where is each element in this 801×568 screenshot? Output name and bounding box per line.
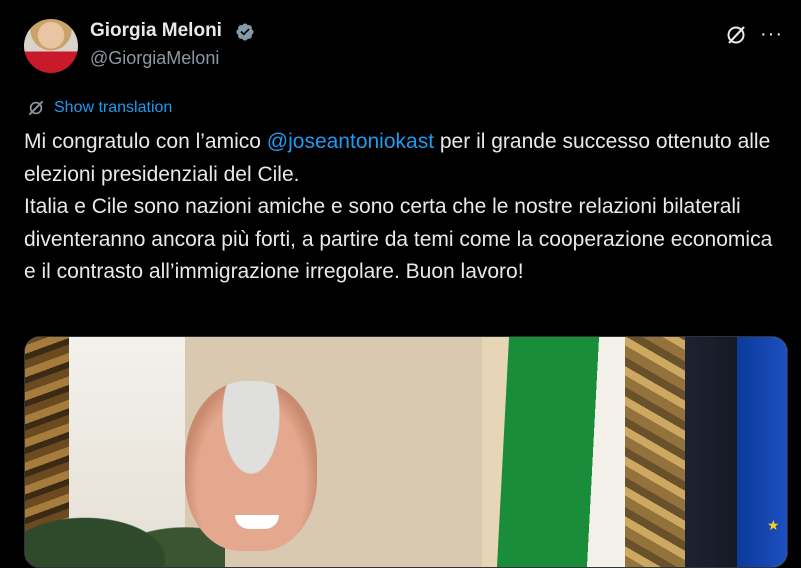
tweet-paragraph-2: Italia e Cile sono nazioni amiche e sono… xyxy=(24,195,773,283)
verified-badge-icon xyxy=(236,23,254,41)
tweet-text-part: Mi congratulo con l’amico xyxy=(24,130,267,153)
media-dark-flag xyxy=(685,337,745,567)
author-avatar[interactable] xyxy=(24,19,78,73)
tweet-media-image[interactable]: ★ xyxy=(24,336,788,568)
translate-icon xyxy=(28,100,44,116)
tweet-paragraph-1: Mi congratulo con l’amico @joseantonioka… xyxy=(24,126,784,191)
show-translation-label[interactable]: Show translation xyxy=(54,99,172,117)
media-eu-star: ★ xyxy=(767,517,780,533)
show-translation-link[interactable]: Show translation xyxy=(26,96,172,120)
more-options-icon[interactable]: ··· xyxy=(760,22,786,46)
tweet-text: Mi congratulo con l’amico @joseantonioka… xyxy=(24,126,784,289)
author-name[interactable]: Giorgia Meloni xyxy=(90,20,222,42)
mention-link[interactable]: @joseantoniokast xyxy=(267,130,434,153)
grok-icon[interactable] xyxy=(724,23,748,47)
author-handle[interactable]: @GiorgiaMeloni xyxy=(90,48,219,69)
